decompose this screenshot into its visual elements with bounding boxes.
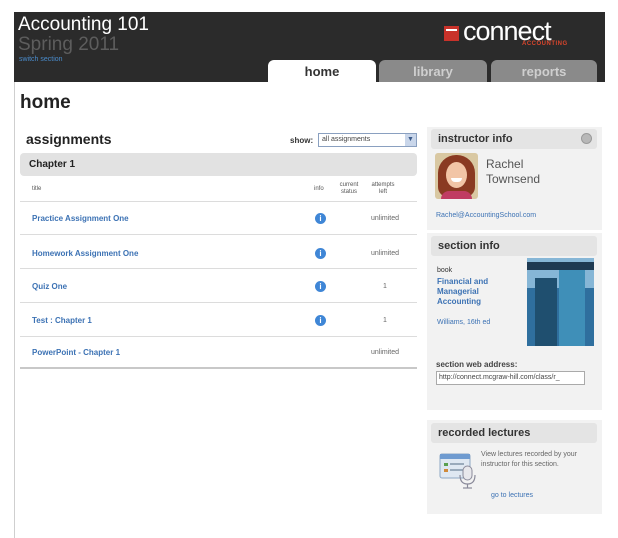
book-title-link[interactable]: Financial and Managerial Accounting	[437, 277, 517, 307]
connect-logo: connect ACCOUNTING	[444, 14, 574, 54]
gear-icon[interactable]	[581, 133, 592, 144]
instructor-info-heading: instructor info	[431, 129, 597, 149]
page-left-border	[14, 82, 15, 538]
assignment-link[interactable]: Homework Assignment One	[32, 249, 138, 258]
brand-mark-icon	[444, 26, 459, 41]
recorded-lectures-heading: recorded lectures	[431, 423, 597, 443]
attempts-left: unlimited	[370, 250, 399, 257]
attempts-left: 1	[383, 317, 387, 324]
tab-home[interactable]: home	[268, 60, 376, 82]
attempts-left: unlimited	[370, 349, 399, 356]
info-icon[interactable]: i	[315, 315, 326, 326]
row-divider	[20, 268, 417, 269]
section-info-heading: section info	[431, 236, 597, 256]
chapter-group-header: Chapter 1	[20, 153, 417, 176]
show-filter-select[interactable]: all assignments ▼	[318, 133, 417, 147]
list-bottom-border	[20, 367, 417, 369]
recorded-lectures-description: View lectures recorded by your instructo…	[481, 451, 577, 468]
instructor-name: Rachel Townsend	[486, 157, 541, 186]
section-web-address-label: section web address:	[436, 360, 518, 369]
show-filter-value: all assignments	[322, 136, 371, 143]
assignment-link[interactable]: Practice Assignment One	[32, 214, 129, 223]
attempts-left: 1	[383, 283, 387, 290]
book-label: book	[437, 267, 453, 274]
tab-reports[interactable]: reports	[491, 60, 597, 82]
assignments-heading: assignments	[26, 131, 112, 147]
microphone-icon	[439, 452, 481, 490]
book-author: Williams, 16th ed	[437, 319, 491, 326]
logo-subtitle: ACCOUNTING	[522, 41, 568, 47]
page-title: home	[20, 92, 71, 113]
assignment-link[interactable]: Quiz One	[32, 282, 67, 291]
chevron-down-icon[interactable]: ▼	[405, 134, 416, 146]
assignment-link[interactable]: PowerPoint - Chapter 1	[32, 348, 120, 357]
row-divider	[20, 336, 417, 337]
course-term: Spring 2011	[18, 34, 120, 55]
column-header-info: info	[314, 186, 324, 192]
instructor-email-link[interactable]: Rachel@AccountingSchool.com	[436, 212, 536, 219]
show-filter-label: show:	[290, 136, 314, 145]
info-icon[interactable]: i	[315, 213, 326, 224]
go-to-lectures-link[interactable]: go to lectures	[491, 492, 533, 499]
column-header-status: current status	[339, 182, 359, 195]
info-icon[interactable]: i	[315, 281, 326, 292]
column-header-title: title	[32, 186, 42, 192]
row-divider	[20, 201, 417, 202]
book-cover-image	[527, 258, 594, 346]
info-icon[interactable]: i	[315, 248, 326, 259]
row-divider	[20, 302, 417, 303]
section-web-address-field[interactable]: http://connect.mcgraw-hill.com/class/r_	[436, 371, 585, 385]
course-title: Accounting 101	[18, 14, 149, 35]
avatar	[435, 153, 478, 199]
column-header-attempts: attempts left	[371, 182, 395, 195]
tab-library[interactable]: library	[379, 60, 487, 82]
row-divider	[20, 234, 417, 235]
assignment-link[interactable]: Test : Chapter 1	[32, 316, 92, 325]
switch-section-link[interactable]: switch section	[19, 56, 63, 63]
attempts-left: unlimited	[370, 215, 399, 222]
